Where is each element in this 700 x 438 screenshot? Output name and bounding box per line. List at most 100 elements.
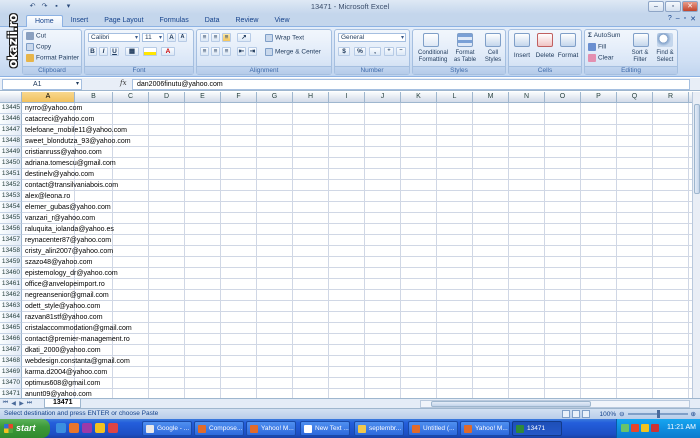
cell-a-value[interactable]: odett_style@yahoo.com (23, 301, 100, 312)
align-top-button[interactable]: ≡ (200, 33, 209, 42)
cell-a-value[interactable]: webdesign.constanta@gmail.com (23, 356, 130, 367)
taskbar-task[interactable]: septembr... (354, 421, 404, 436)
first-sheet-icon[interactable]: ⏮ (2, 400, 9, 407)
column-header[interactable]: L (437, 92, 473, 103)
horizontal-scrollbar[interactable] (420, 400, 690, 408)
column-header[interactable]: K (401, 92, 437, 103)
messenger-tray-icon[interactable] (641, 424, 649, 432)
maximize-button[interactable]: ▫ (665, 1, 681, 12)
row-header[interactable]: 13446 (0, 114, 22, 125)
workbook-close-icon[interactable]: ✕ (690, 15, 696, 23)
cell-a-value[interactable]: epistemology_dr@yahoo.com (23, 268, 118, 279)
align-center-button[interactable]: ≡ (211, 47, 220, 56)
row-header[interactable]: 13461 (0, 279, 22, 290)
cell-a-value[interactable]: telefoane_mobile11@yahoo.com (23, 125, 127, 136)
cell-a-value[interactable]: cristy_alin2007@yahoo.com (23, 246, 113, 257)
column-header[interactable]: F (221, 92, 257, 103)
folder-icon[interactable] (95, 423, 105, 433)
row-header[interactable]: 13469 (0, 367, 22, 378)
workbook-minimize-icon[interactable]: – (676, 15, 680, 23)
cell-a-value[interactable]: cristianruss@yahoo.com (23, 147, 102, 158)
column-header[interactable]: C (113, 92, 149, 103)
column-header[interactable]: N (509, 92, 545, 103)
cell-a-value[interactable]: anunt09@yahoo.com (23, 389, 92, 398)
decrease-indent-button[interactable]: ⇤ (237, 47, 246, 56)
antivirus-icon[interactable] (631, 424, 639, 432)
zoom-level[interactable]: 100% (599, 411, 616, 418)
firefox-icon[interactable] (69, 423, 79, 433)
row-header[interactable]: 13460 (0, 268, 22, 279)
align-middle-button[interactable]: ≡ (211, 33, 220, 42)
page-layout-view-icon[interactable] (572, 410, 580, 418)
insert-function-button[interactable]: fx (120, 79, 127, 87)
cell-a-value[interactable]: office@anvelopeimport.ro (23, 279, 105, 290)
column-header[interactable]: A (22, 92, 75, 103)
cut-button[interactable]: Cut (26, 32, 46, 41)
fill-button[interactable]: Fill (588, 43, 606, 52)
row-header[interactable]: 13454 (0, 202, 22, 213)
column-header[interactable]: D (149, 92, 185, 103)
row-header[interactable]: 13464 (0, 312, 22, 323)
cell-area[interactable] (22, 103, 700, 398)
row-header[interactable]: 13456 (0, 224, 22, 235)
cell-a-value[interactable]: adriana.tomescu@gmail.com (23, 158, 116, 169)
tab-insert[interactable]: Insert (63, 15, 97, 27)
vertical-scroll-thumb[interactable] (694, 104, 700, 194)
row-header[interactable]: 13470 (0, 378, 22, 389)
decrease-decimal-button[interactable]: ⁻ (396, 47, 406, 56)
row-header[interactable]: 13452 (0, 180, 22, 191)
cell-a-value[interactable]: contact@premier-management.ro (23, 334, 130, 345)
column-header[interactable]: J (365, 92, 401, 103)
row-header[interactable]: 13451 (0, 169, 22, 180)
cell-a-value[interactable]: razvan81stf@yahoo.com (23, 312, 103, 323)
row-header[interactable]: 13463 (0, 301, 22, 312)
copy-button[interactable]: Copy (26, 43, 51, 52)
tab-home[interactable]: Home (26, 15, 63, 27)
cell-a-value[interactable]: alex@leona.ro (23, 191, 70, 202)
zoom-out-icon[interactable]: ⊖ (619, 410, 624, 418)
delete-cells-button[interactable]: Delete (533, 52, 557, 60)
formula-input[interactable]: dan2006finutu@yahoo.com (132, 79, 690, 90)
borders-button[interactable]: ▦ (125, 47, 139, 56)
cell-a-value[interactable]: destinelv@yahoo.com (23, 169, 94, 180)
cell-a-value[interactable]: raluquita_iolanda@yahoo.es (23, 224, 114, 235)
page-break-view-icon[interactable] (582, 410, 590, 418)
number-format-select[interactable]: General (338, 33, 406, 42)
row-header[interactable]: 13458 (0, 246, 22, 257)
workbook-restore-icon[interactable]: ▫ (684, 15, 686, 23)
ie-icon[interactable] (56, 423, 66, 433)
zoom-slider[interactable] (627, 410, 688, 418)
column-header[interactable]: R (653, 92, 689, 103)
currency-button[interactable]: $ (338, 47, 350, 56)
row-header[interactable]: 13466 (0, 334, 22, 345)
row-header[interactable]: 13471 (0, 389, 22, 398)
autosum-button[interactable]: Σ AutoSum (588, 32, 620, 40)
increase-decimal-button[interactable]: ⁺ (384, 47, 394, 56)
taskbar-task[interactable]: 13471 (512, 421, 562, 436)
find-select-button[interactable]: Find & Select (651, 50, 679, 64)
row-header[interactable]: 13453 (0, 191, 22, 202)
clear-button[interactable]: Clear (588, 54, 614, 63)
shrink-font-button[interactable]: A (178, 33, 187, 42)
format-as-table-button[interactable]: Format as Table (451, 50, 479, 64)
cell-a-value[interactable]: optimus608@gmail.com (23, 378, 100, 389)
cell-a-value[interactable]: elemer_gubas@yahoo.com (23, 202, 111, 213)
cell-a-value[interactable]: negreansenior@gmail.com (23, 290, 109, 301)
percent-button[interactable]: % (354, 47, 366, 56)
column-header[interactable]: E (185, 92, 221, 103)
cell-a-value[interactable]: sweet_blondutza_93@yahoo.com (23, 136, 131, 147)
font-size-select[interactable]: 11 (142, 33, 164, 42)
taskbar-task[interactable]: Untitled (... (408, 421, 458, 436)
sort-filter-button[interactable]: Sort & Filter (627, 50, 653, 64)
font-color-button[interactable]: A (161, 47, 175, 56)
orientation-button[interactable]: ↗ (237, 33, 251, 42)
cell-a-value[interactable]: cristalaccommodation@gmail.com (23, 323, 132, 334)
align-right-button[interactable]: ≡ (222, 47, 231, 56)
cell-a-value[interactable]: dkati_2000@yahoo.com (23, 345, 101, 356)
minimize-button[interactable]: – (648, 1, 664, 12)
row-header[interactable]: 13449 (0, 147, 22, 158)
row-header[interactable]: 13468 (0, 356, 22, 367)
font-name-select[interactable]: Calibri (88, 33, 140, 42)
row-header[interactable]: 13459 (0, 257, 22, 268)
column-header[interactable]: H (293, 92, 329, 103)
